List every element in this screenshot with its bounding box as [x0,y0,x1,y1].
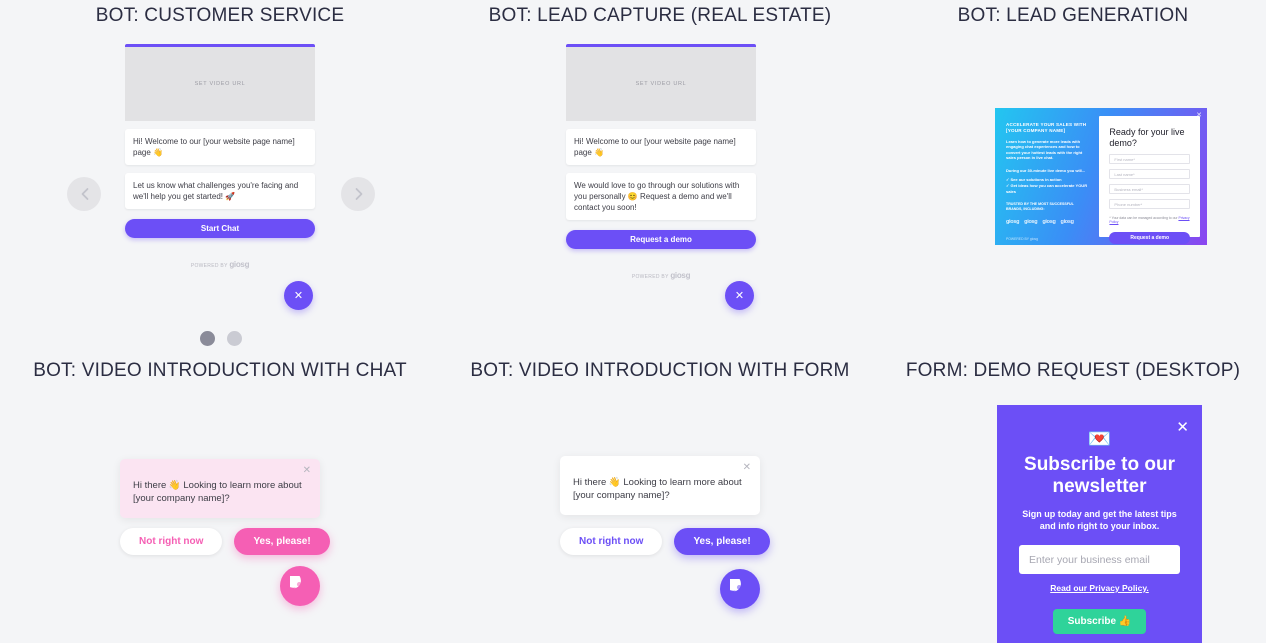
privacy-policy-link[interactable]: Read our Privacy Policy. [1019,583,1180,593]
close-icon[interactable]: ✕ [743,463,751,473]
accept-button[interactable]: Yes, please! [234,528,330,555]
chat-prompt-bubble: ✕ Hi there 👋 Looking to learn more about… [560,456,760,515]
close-icon: ✕ [293,290,304,302]
leadgen-content-panel: ACCELERATE YOUR SALES WITH [YOUR COMPANY… [995,108,1099,245]
template-gallery: BOT: CUSTOMER SERVICE SET VIDEO URL Hi! … [0,0,1266,643]
prompt-message: Hi there 👋 Looking to learn more about [… [133,480,302,504]
video-placeholder[interactable]: SET VIDEO URL [125,47,315,121]
brand-logo: giosg [1060,219,1074,226]
carousel-prev-button[interactable] [67,177,101,211]
chevron-left-icon [81,188,88,200]
chevron-right-icon [355,188,362,200]
carousel-dot-2[interactable] [227,331,242,346]
cell-video-intro-chat: BOT: VIDEO INTRODUCTION WITH CHAT ✕ Hi t… [0,355,440,643]
carousel-dots [200,331,242,346]
first-name-field[interactable]: First name* [1109,154,1190,164]
close-icon[interactable]: ✕ [303,466,311,476]
close-icon: ✕ [734,290,745,302]
leadgen-subheading: During our 30-minute live demo you will.… [1006,167,1086,173]
chat-launcher-button[interactable] [280,566,320,606]
leadgen-form-panel: Ready for your live demo? First name* La… [1099,116,1200,244]
bot-widget-lead-capture: SET VIDEO URL Hi! Welcome to our [your w… [566,44,756,280]
powered-by-label: POWERED BY giosg [631,271,691,280]
prompt-choices: Not right now Yes, please! [560,528,770,555]
video-placeholder[interactable]: SET VIDEO URL [566,47,756,121]
business-email-field[interactable]: Business email* [1109,184,1190,194]
prompt-choices: Not right now Yes, please! [120,528,330,555]
start-chat-button[interactable]: Start Chat [125,219,315,238]
cell-bot-lead-capture: BOT: LEAD CAPTURE (REAL ESTATE) SET VIDE… [440,0,880,355]
envelope-heart-icon: 💌 [1087,429,1112,450]
bot-widget-customer-service: SET VIDEO URL Hi! Welcome to our [your w… [125,44,315,269]
close-widget-button[interactable]: ✕ [725,281,754,310]
leadgen-bullet-2: ✓ Get ideas how you can accelerate YOUR … [1006,183,1088,194]
phone-number-field[interactable]: Phone number* [1109,199,1190,209]
page-title: BOT: LEAD CAPTURE (REAL ESTATE) [488,5,832,26]
page-title: BOT: CUSTOMER SERVICE [95,5,345,26]
subscribe-button[interactable]: Subscribe 👍 [1053,609,1146,634]
leadgen-bullet-1: ✓ See our solutions in action [1006,176,1062,182]
page-title: BOT: LEAD GENERATION [957,5,1189,26]
page-title: BOT: VIDEO INTRODUCTION WITH FORM [470,360,850,381]
newsletter-subscribe-card: ✕ 💌 Subscribe to our newsletter Sign up … [997,405,1202,643]
bot-message-1: Hi! Welcome to our [your website page na… [566,129,756,165]
powered-by-label: POWERED BY giosg [190,260,250,269]
decline-button[interactable]: Not right now [560,528,663,555]
lead-generation-popup: ✕ ACCELERATE YOUR SALES WITH [YOUR COMPA… [995,108,1207,245]
prompt-message: Hi there 👋 Looking to learn more about [… [573,477,742,501]
bot-message-2: Let us know what challenges you're facin… [125,173,315,209]
newsletter-subtitle: Sign up today and get the latest tips an… [1022,509,1177,531]
chat-bubble-icon [729,578,741,591]
cell-form-demo-request: FORM: DEMO REQUEST (DESKTOP) ✕ 💌 Subscri… [880,355,1266,643]
leadgen-heading: ACCELERATE YOUR SALES WITH [YOUR COMPANY… [1006,122,1087,133]
accept-button[interactable]: Yes, please! [674,528,770,555]
brand-logo: giosg [1024,219,1038,226]
bot-message-1: Hi! Welcome to our [your website page na… [125,129,315,165]
request-demo-button[interactable]: Request a demo [566,230,756,249]
cell-bot-customer-service: BOT: CUSTOMER SERVICE SET VIDEO URL Hi! … [0,0,440,355]
privacy-note: * Your data can be managed according to … [1109,216,1190,224]
form-title: Ready for your live demo? [1109,127,1185,148]
carousel-dot-1[interactable] [200,331,215,346]
newsletter-title: Subscribe to our newsletter [1024,454,1175,497]
close-widget-button[interactable]: ✕ [284,281,313,310]
chat-prompt-bubble: ✕ Hi there 👋 Looking to learn more about… [120,459,320,518]
leadgen-trusted-note: TRUSTED BY THE MOST SUCCESSFUL BRANDS, I… [1006,202,1074,212]
close-icon[interactable]: ✕ [1196,111,1202,119]
powered-by-label: POWERED BY giosg [1006,237,1038,242]
video-placeholder-label: SET VIDEO URL [194,81,246,87]
decline-button[interactable]: Not right now [120,528,223,555]
submit-demo-button[interactable]: Request a demo [1109,232,1190,244]
cell-video-intro-form: BOT: VIDEO INTRODUCTION WITH FORM ✕ Hi t… [440,355,880,643]
email-input[interactable]: Enter your business email [1019,545,1180,574]
cell-bot-lead-generation: BOT: LEAD GENERATION ✕ ACCELERATE YOUR S… [880,0,1266,355]
chat-launcher-button[interactable] [720,569,760,609]
bot-message-2: We would love to go through our solution… [566,173,756,220]
leadgen-paragraph: Learn how to generate more leads with en… [1006,139,1083,161]
last-name-field[interactable]: Last name* [1109,169,1190,179]
leadgen-logo-row: giosg giosg giosg giosg [1006,219,1090,225]
brand-logo: giosg [1006,219,1020,226]
chat-bubble-icon [289,575,301,588]
page-title: BOT: VIDEO INTRODUCTION WITH CHAT [33,360,407,381]
video-placeholder-label: SET VIDEO URL [635,81,687,87]
carousel-next-button[interactable] [341,177,375,211]
page-title: FORM: DEMO REQUEST (DESKTOP) [905,360,1241,381]
close-icon[interactable]: ✕ [1176,418,1189,436]
brand-logo: giosg [1042,219,1056,226]
